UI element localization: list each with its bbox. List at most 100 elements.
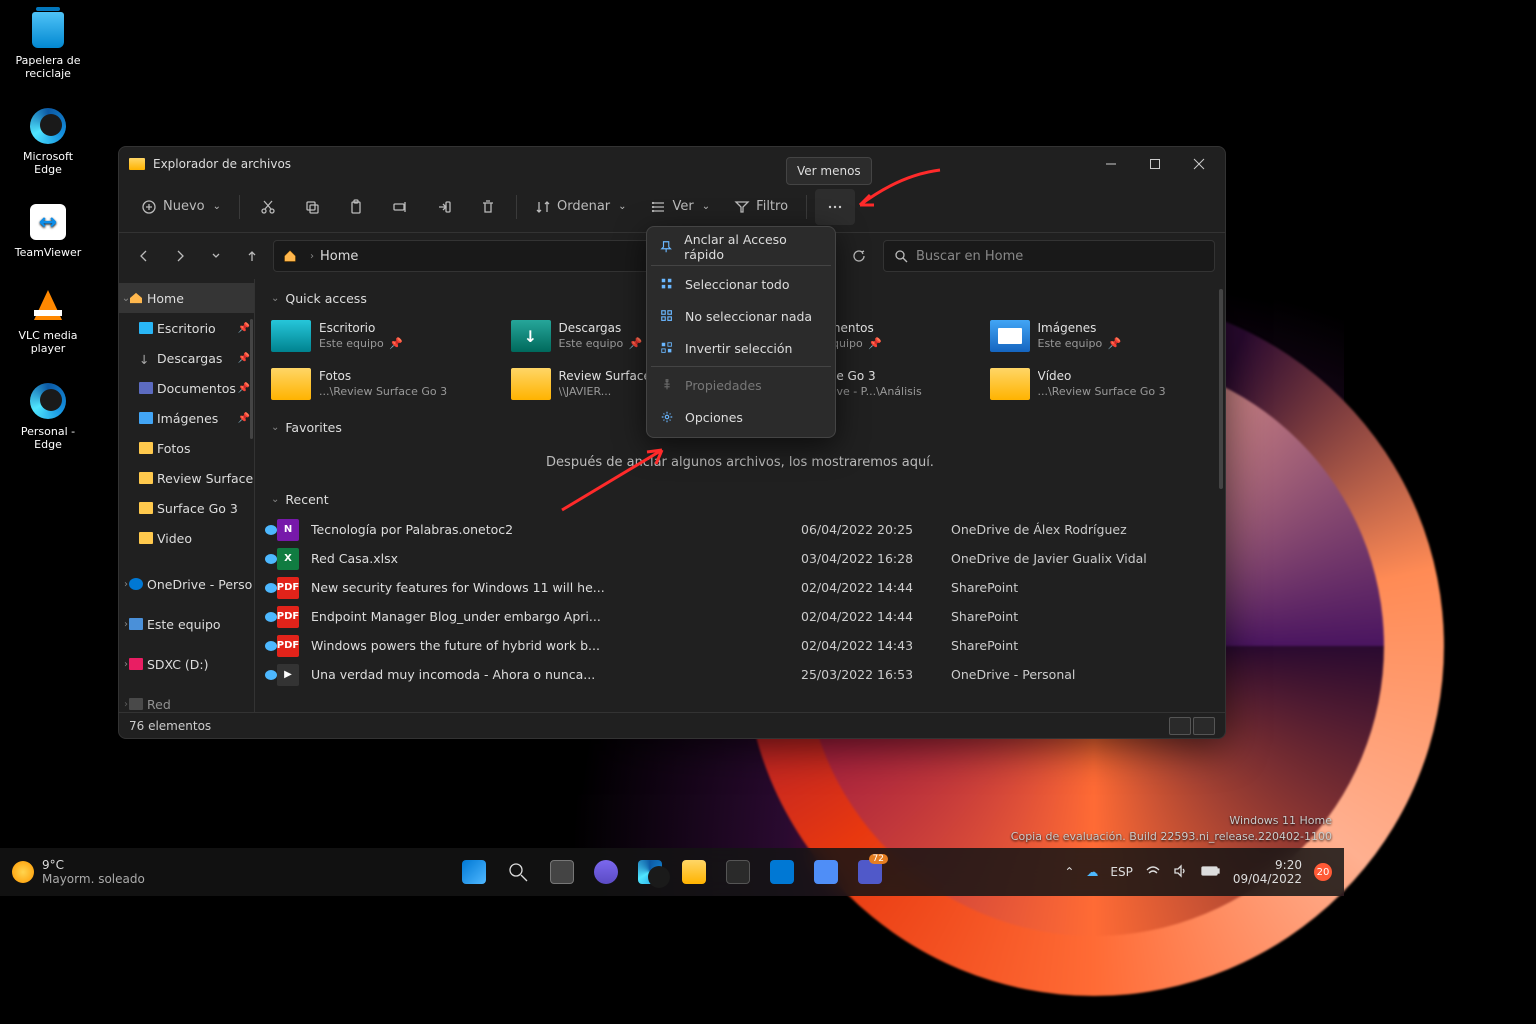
scrollbar[interactable] <box>1219 289 1223 489</box>
grid-invert-icon <box>659 340 675 356</box>
details-view-button[interactable] <box>1169 717 1191 735</box>
sidebar-item-review-surface[interactable]: Review Surface <box>119 463 254 493</box>
ctx-invert-selection[interactable]: Invertir selección <box>647 332 835 364</box>
recent-item[interactable]: PDF Windows powers the future of hybrid … <box>267 631 1213 660</box>
teams-taskbar[interactable]: 72 <box>850 852 890 892</box>
tray-chevron-up-icon[interactable]: ⌃ <box>1064 865 1074 879</box>
ctx-options[interactable]: Opciones <box>647 401 835 433</box>
sidebar-item-video[interactable]: Video <box>119 523 254 553</box>
new-button[interactable]: Nuevo ⌄ <box>131 189 231 225</box>
qa-sub: Este equipo 📌 <box>559 337 643 351</box>
recent-item[interactable]: PDF Endpoint Manager Blog_under embargo … <box>267 602 1213 631</box>
vlc-icon <box>34 290 62 320</box>
recent-locations-button[interactable] <box>201 241 231 271</box>
wifi-icon[interactable] <box>1145 864 1161 881</box>
pin-icon: 📌 <box>238 383 250 394</box>
sidebar-item-this-pc[interactable]: › Este equipo <box>119 609 254 639</box>
file-icon: X <box>277 548 299 570</box>
recent-item[interactable]: ▶ Una verdad muy incomoda - Ahora o nunc… <box>267 660 1213 689</box>
sidebar-item-downloads[interactable]: ↓ Descargas 📌 <box>119 343 254 373</box>
close-button[interactable] <box>1177 149 1221 179</box>
quick-access-item[interactable]: Fotos ...\Review Surface Go 3 <box>267 362 495 406</box>
qa-sub: Este equipo 📌 <box>1038 337 1122 351</box>
sidebar-item-onedrive[interactable]: › OneDrive - Perso <box>119 569 254 599</box>
recent-item[interactable]: PDF New security features for Windows 11… <box>267 573 1213 602</box>
battery-icon[interactable] <box>1201 865 1221 880</box>
search-input[interactable]: Buscar en Home <box>883 240 1215 272</box>
sidebar-item-label: Surface Go 3 <box>157 501 238 516</box>
folder-icon <box>271 368 311 400</box>
recent-item[interactable]: N Tecnología por Palabras.onetoc2 06/04/… <box>267 515 1213 544</box>
edge-taskbar[interactable] <box>630 852 670 892</box>
quick-access-item[interactable]: Escritorio Este equipo 📌 <box>267 314 495 358</box>
ctx-select-all[interactable]: Seleccionar todo <box>647 268 835 300</box>
delete-button[interactable] <box>468 189 508 225</box>
filter-button[interactable]: Filtro <box>724 189 798 225</box>
refresh-button[interactable] <box>841 240 877 272</box>
language-indicator[interactable]: ESP <box>1110 865 1132 879</box>
paste-button[interactable] <box>336 189 376 225</box>
sidebar-item-surface-go-3[interactable]: Surface Go 3 <box>119 493 254 523</box>
recent-item[interactable]: X Red Casa.xlsx 03/04/2022 16:28 OneDriv… <box>267 544 1213 573</box>
cloud-status-icon <box>265 583 277 593</box>
quick-access-item[interactable]: Vídeo ...\Review Surface Go 3 <box>986 362 1214 406</box>
sidebar-item-network[interactable]: › Red <box>119 689 254 712</box>
task-view-button[interactable] <box>542 852 582 892</box>
sidebar-item-label: Este equipo <box>147 617 221 632</box>
sidebar-item-fotos[interactable]: Fotos <box>119 433 254 463</box>
sidebar-item-pictures[interactable]: Imágenes 📌 <box>119 403 254 433</box>
onedrive-tray-icon[interactable]: ☁ <box>1086 865 1098 879</box>
back-button[interactable] <box>129 241 159 271</box>
ctx-label: Anclar al Acceso rápido <box>684 232 823 262</box>
sort-button[interactable]: Ordenar ⌄ <box>525 189 637 225</box>
scrollbar[interactable] <box>250 319 253 439</box>
share-button[interactable] <box>424 189 464 225</box>
store-taskbar[interactable] <box>718 852 758 892</box>
sidebar-item-sdxc[interactable]: › SDXC (D:) <box>119 649 254 679</box>
minimize-button[interactable] <box>1089 149 1133 179</box>
section-recent[interactable]: ⌄ Recent <box>267 488 1213 515</box>
search-button[interactable] <box>498 852 538 892</box>
forward-button[interactable] <box>165 241 195 271</box>
start-button[interactable] <box>454 852 494 892</box>
clock-date: 09/04/2022 <box>1233 872 1302 886</box>
todo-taskbar[interactable] <box>806 852 846 892</box>
sidebar-item-documents[interactable]: Documentos 📌 <box>119 373 254 403</box>
breadcrumb-segment[interactable]: Home <box>320 249 358 264</box>
view-button[interactable]: Ver ⌄ <box>641 189 721 225</box>
desktop-icon-teamviewer[interactable]: ↔ TeamViewer <box>8 202 88 259</box>
copy-button[interactable] <box>292 189 332 225</box>
ctx-pin-quick-access[interactable]: Anclar al Acceso rápido <box>647 231 835 263</box>
section-title: Quick access <box>285 291 366 306</box>
toolbar-label: Ordenar <box>557 199 610 214</box>
maximize-button[interactable] <box>1133 149 1177 179</box>
qa-sub: ...\Review Surface Go 3 <box>1038 385 1166 399</box>
desktop-icon-personal-edge[interactable]: Personal - Edge <box>8 381 88 451</box>
sidebar-item-home[interactable]: ⌄ Home <box>119 283 254 313</box>
clock[interactable]: 9:20 09/04/2022 <box>1233 858 1302 887</box>
desktop-icon-recycle-bin[interactable]: Papelera de reciclaje <box>8 10 88 80</box>
recent-date: 02/04/2022 14:44 <box>801 580 951 595</box>
desktop-icon-vlc[interactable]: VLC media player <box>8 285 88 355</box>
quick-access-item[interactable]: Imágenes Este equipo 📌 <box>986 314 1214 358</box>
windows-watermark: Windows 11 Home Copia de evaluación. Bui… <box>1011 813 1332 844</box>
file-explorer-taskbar[interactable] <box>674 852 714 892</box>
watermark-line: Copia de evaluación. Build 22593.ni_rele… <box>1011 829 1332 844</box>
thumbs-view-button[interactable] <box>1193 717 1215 735</box>
weather-widget[interactable]: 9°C Mayorm. soleado <box>12 858 145 887</box>
outlook-taskbar[interactable] <box>762 852 802 892</box>
rename-button[interactable] <box>380 189 420 225</box>
notification-badge[interactable]: 20 <box>1314 863 1332 881</box>
volume-icon[interactable] <box>1173 864 1189 881</box>
chat-button[interactable] <box>586 852 626 892</box>
sidebar-item-label: Video <box>157 531 192 546</box>
titlebar[interactable]: Explorador de archivos <box>119 147 1225 181</box>
more-button[interactable] <box>815 189 855 225</box>
desktop-icon-edge[interactable]: Microsoft Edge <box>8 106 88 176</box>
up-button[interactable] <box>237 241 267 271</box>
sidebar-item-desktop[interactable]: Escritorio 📌 <box>119 313 254 343</box>
pin-icon: 📌 <box>1108 337 1122 350</box>
ctx-select-none[interactable]: No seleccionar nada <box>647 300 835 332</box>
cut-button[interactable] <box>248 189 288 225</box>
recent-name: Tecnología por Palabras.onetoc2 <box>311 522 801 537</box>
